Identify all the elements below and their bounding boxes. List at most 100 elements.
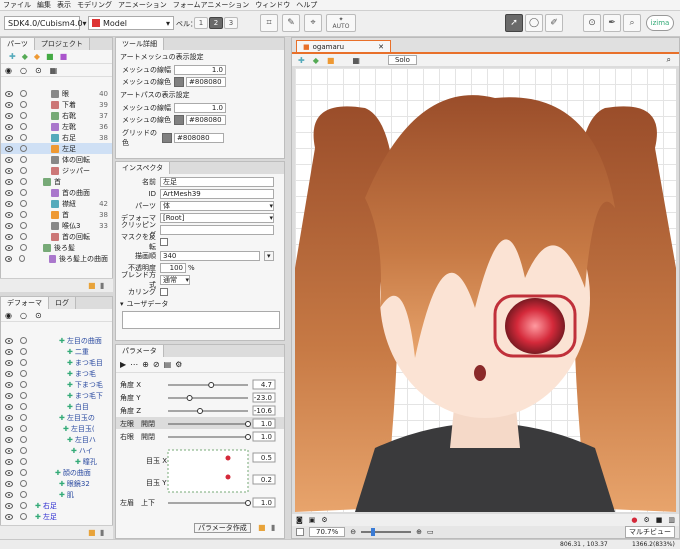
opacity-input[interactable]: 100 (160, 263, 186, 273)
eye-icon[interactable] (5, 134, 13, 141)
eye-icon[interactable] (5, 359, 13, 366)
pin-icon[interactable]: ⊙ (583, 14, 601, 32)
eye-icon[interactable] (5, 145, 13, 152)
menu-window[interactable]: ウィンドウ (255, 0, 290, 10)
glue-icon[interactable]: ■ (327, 56, 335, 65)
eyedropper-icon[interactable]: ⌕ (623, 14, 641, 32)
parts-row[interactable]: 後ろ髪 (1, 242, 112, 253)
folder-icon[interactable]: ■ (88, 528, 96, 537)
lock-icon[interactable] (20, 359, 27, 366)
eye-icon[interactable] (5, 189, 13, 196)
canvas[interactable] (295, 68, 676, 512)
camera-icon[interactable]: ◙ (296, 516, 303, 524)
lock-icon[interactable] (20, 392, 27, 399)
fit-icon[interactable]: ▭ (427, 528, 434, 536)
eye-icon[interactable] (5, 101, 13, 108)
layout-icon[interactable]: ▥ (668, 516, 675, 524)
parameter-knob[interactable] (186, 395, 193, 401)
menu-form-animation[interactable]: フォームアニメーション (173, 0, 250, 10)
deformer-row[interactable]: ✚ 下まつ毛 (1, 379, 112, 390)
eye-icon[interactable] (5, 123, 13, 130)
eye-icon[interactable] (5, 348, 13, 355)
deformer-row[interactable]: ✚ 左目玉の (1, 412, 112, 423)
lasso-tool-icon[interactable]: ◯ (525, 14, 543, 32)
lock-icon[interactable] (20, 348, 27, 355)
eye-icon[interactable] (5, 491, 13, 498)
tab-log[interactable]: ログ (49, 297, 76, 309)
lock-icon[interactable] (20, 156, 27, 163)
level-2-button[interactable]: 2 (209, 17, 223, 29)
tab-project[interactable]: プロジェクト (34, 38, 90, 50)
stop-icon[interactable]: ■ (656, 516, 663, 524)
multiview-button[interactable]: マルチビュー (625, 526, 675, 538)
path-line-width-input[interactable]: 1.0 (174, 103, 226, 113)
chevron-down-icon[interactable]: ⊙ (35, 311, 42, 320)
add-key-icon[interactable]: ⊕ (142, 360, 149, 369)
sdk-select[interactable]: SDK4.0/Cubism4.0 ▾ (4, 16, 87, 30)
lock-icon[interactable] (20, 458, 27, 465)
eye-icon[interactable] (5, 255, 13, 262)
color-swatch[interactable] (162, 133, 172, 143)
lock-icon[interactable] (20, 222, 27, 229)
lock-icon[interactable] (20, 381, 27, 388)
triangle-down-icon[interactable]: ▾ (120, 300, 124, 308)
trash-icon[interactable]: ▮ (271, 523, 275, 532)
viewer-tab[interactable]: ■ ogamaru ✕ (296, 40, 391, 52)
eye-icon[interactable] (5, 458, 13, 465)
lock-icon[interactable] (20, 502, 27, 509)
parts-row[interactable]: 体の回転 (1, 154, 112, 165)
lock-icon[interactable] (20, 112, 27, 119)
lock-icon[interactable] (20, 90, 27, 97)
eye-icon[interactable] (5, 337, 13, 344)
parts-row[interactable]: ジッパー (1, 165, 112, 176)
gear-icon[interactable]: ⚙ (643, 516, 649, 524)
parts-row[interactable]: 眼 40 (1, 88, 112, 99)
eye-icon[interactable] (5, 502, 13, 509)
play-icon[interactable]: ▶ (120, 360, 126, 369)
glue-icon[interactable]: ⌖ (304, 14, 322, 32)
parameter-knob[interactable] (208, 382, 215, 388)
lock-icon[interactable] (20, 167, 27, 174)
eye-icon[interactable] (5, 211, 13, 218)
deformer-row[interactable]: ✚ 右足 (1, 500, 112, 511)
glue-icon[interactable]: ◆ (34, 52, 40, 61)
parts-row[interactable]: 左靴 36 (1, 121, 112, 132)
auto-mesh-button[interactable]: ✦ AUTO (326, 14, 356, 32)
spinner-icon[interactable]: ▾ (264, 251, 274, 261)
userdata-textarea[interactable] (122, 311, 280, 329)
model-select[interactable]: Model ▾ (88, 16, 174, 30)
color-swatch[interactable] (174, 115, 184, 125)
arrow-tool-icon[interactable]: ➚ (505, 14, 523, 32)
part-select[interactable]: 体 ▾ (160, 201, 274, 211)
deformer-row[interactable]: ✚ 左目の曲面 (1, 335, 112, 346)
draw-order-input[interactable]: 340 (160, 251, 260, 261)
parameter-sliders[interactable]: 角度 X 4.7 角度 Y -23.0 角度 Z -10.6 左眼 開閉 1.0 右眼 開閉 1.… (116, 375, 284, 525)
deformer-row[interactable]: ✚ 左目ハ (1, 434, 112, 445)
grid-color-input[interactable]: #808080 (174, 133, 224, 143)
eye-icon[interactable] (5, 112, 13, 119)
parts-row[interactable]: 後ろ髪上の曲面 (1, 253, 112, 264)
lock-icon[interactable] (20, 469, 27, 476)
lock-icon[interactable] (20, 145, 27, 152)
tab-parts[interactable]: パーツ (1, 38, 35, 50)
zoom-input[interactable]: 70.7% (309, 527, 346, 537)
parts-row[interactable]: 喉仏3 33 (1, 220, 112, 231)
lock-icon[interactable] (20, 200, 27, 207)
delete-key-icon[interactable]: ⊘ (153, 360, 160, 369)
deformer-select[interactable]: [Root] ▾ (160, 213, 274, 223)
mesh-line-width-input[interactable]: 1.0 (174, 65, 226, 75)
eye-icon[interactable] (5, 436, 13, 443)
path-line-color-input[interactable]: #808080 (186, 115, 226, 125)
parts-row[interactable]: 首 38 (1, 209, 112, 220)
mesh-line-color-input[interactable]: #808080 (186, 77, 226, 87)
parts-row[interactable]: 首の曲面 (1, 187, 112, 198)
record-icon[interactable]: ● (631, 516, 637, 524)
settings-icon[interactable]: ⚙ (175, 360, 182, 369)
lock-icon[interactable] (20, 403, 27, 410)
deformer-row[interactable]: ✚ まつ毛下 (1, 390, 112, 401)
id-input[interactable]: ArtMesh39 (160, 189, 274, 199)
filter-icon[interactable]: ■ (46, 52, 54, 61)
eye-icon[interactable] (5, 222, 13, 229)
parameter-knob[interactable] (245, 434, 251, 440)
deformer-icon[interactable]: ◆ (22, 52, 28, 61)
